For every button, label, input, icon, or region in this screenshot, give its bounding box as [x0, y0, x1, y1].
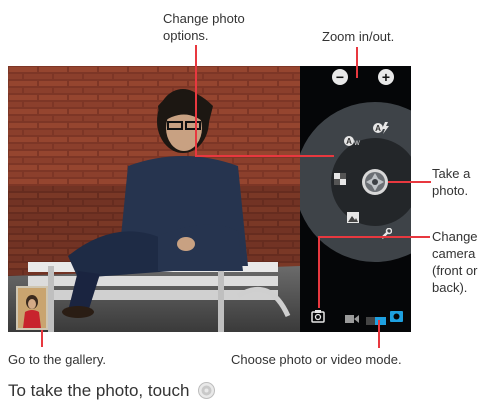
zoom-in-button[interactable]: +	[378, 69, 394, 85]
zoom-callout: Zoom in/out.	[322, 29, 395, 44]
change-camera-callout-line2: camera	[432, 246, 476, 261]
shutter-icon	[362, 169, 388, 195]
switch-camera-button[interactable]	[311, 309, 325, 323]
shutter-button[interactable]	[361, 168, 389, 196]
effects-icon	[334, 173, 346, 185]
white-balance-icon: A W	[344, 136, 360, 147]
change-camera-callout-line4: back).	[432, 280, 468, 295]
white-balance-button[interactable]: A W	[343, 134, 361, 148]
change-camera-callout-line3: (front or	[432, 263, 478, 278]
mode-toggle-track	[366, 317, 386, 325]
mode-callout: Choose photo or video mode.	[231, 352, 402, 367]
tools-icon	[381, 227, 393, 239]
zoom-leader	[356, 47, 358, 78]
instruction-line: To take the photo, touch	[8, 381, 216, 404]
photo-mode-button[interactable]	[390, 309, 403, 322]
change-camera-leader-h	[318, 236, 430, 238]
minus-icon: −	[335, 69, 345, 85]
video-camera-icon	[345, 315, 359, 323]
photo-options-leader-h	[195, 155, 334, 157]
photo-options-callout-line2: options.	[163, 28, 209, 43]
video-mode-button[interactable]	[345, 311, 359, 323]
photo-options-callout: Change photo options.	[163, 10, 245, 44]
flash-auto-button[interactable]: A	[372, 121, 390, 135]
gallery-callout: Go to the gallery.	[8, 352, 107, 367]
change-camera-callout: Change camera (front or back).	[432, 228, 478, 296]
take-photo-callout-line1: Take a	[432, 166, 471, 181]
shutter-inline-icon	[198, 382, 216, 404]
gallery-photo-icon	[18, 288, 46, 328]
svg-text:W: W	[354, 141, 360, 147]
scenes-icon	[347, 212, 359, 223]
instruction-text: To take the photo, touch	[8, 381, 190, 400]
camera-controls-panel	[300, 66, 411, 332]
svg-text:A: A	[375, 124, 381, 133]
camera-icon	[390, 311, 403, 322]
photo-options-leader	[195, 45, 197, 156]
zoom-out-button[interactable]: −	[332, 69, 348, 85]
switch-camera-icon	[311, 310, 325, 323]
take-photo-callout: Take a photo.	[432, 165, 470, 199]
gallery-thumbnail[interactable]	[16, 286, 48, 330]
preview-scene	[8, 66, 300, 332]
svg-text:A: A	[346, 137, 352, 146]
mode-toggle[interactable]	[366, 312, 386, 325]
photo-options-callout-line1: Change photo	[163, 11, 245, 26]
plus-icon: +	[381, 69, 391, 85]
controls-graphics	[300, 102, 411, 262]
flash-auto-icon: A	[373, 122, 389, 134]
take-photo-callout-line2: photo.	[432, 183, 469, 198]
change-camera-callout-line1: Change	[432, 229, 478, 244]
mode-leader	[378, 320, 380, 348]
effects-button[interactable]	[334, 172, 346, 185]
gallery-leader	[41, 330, 43, 347]
camera-preview	[8, 66, 300, 332]
change-camera-leader-v	[318, 236, 320, 308]
take-photo-leader	[388, 181, 431, 183]
scenes-button[interactable]	[347, 210, 359, 223]
